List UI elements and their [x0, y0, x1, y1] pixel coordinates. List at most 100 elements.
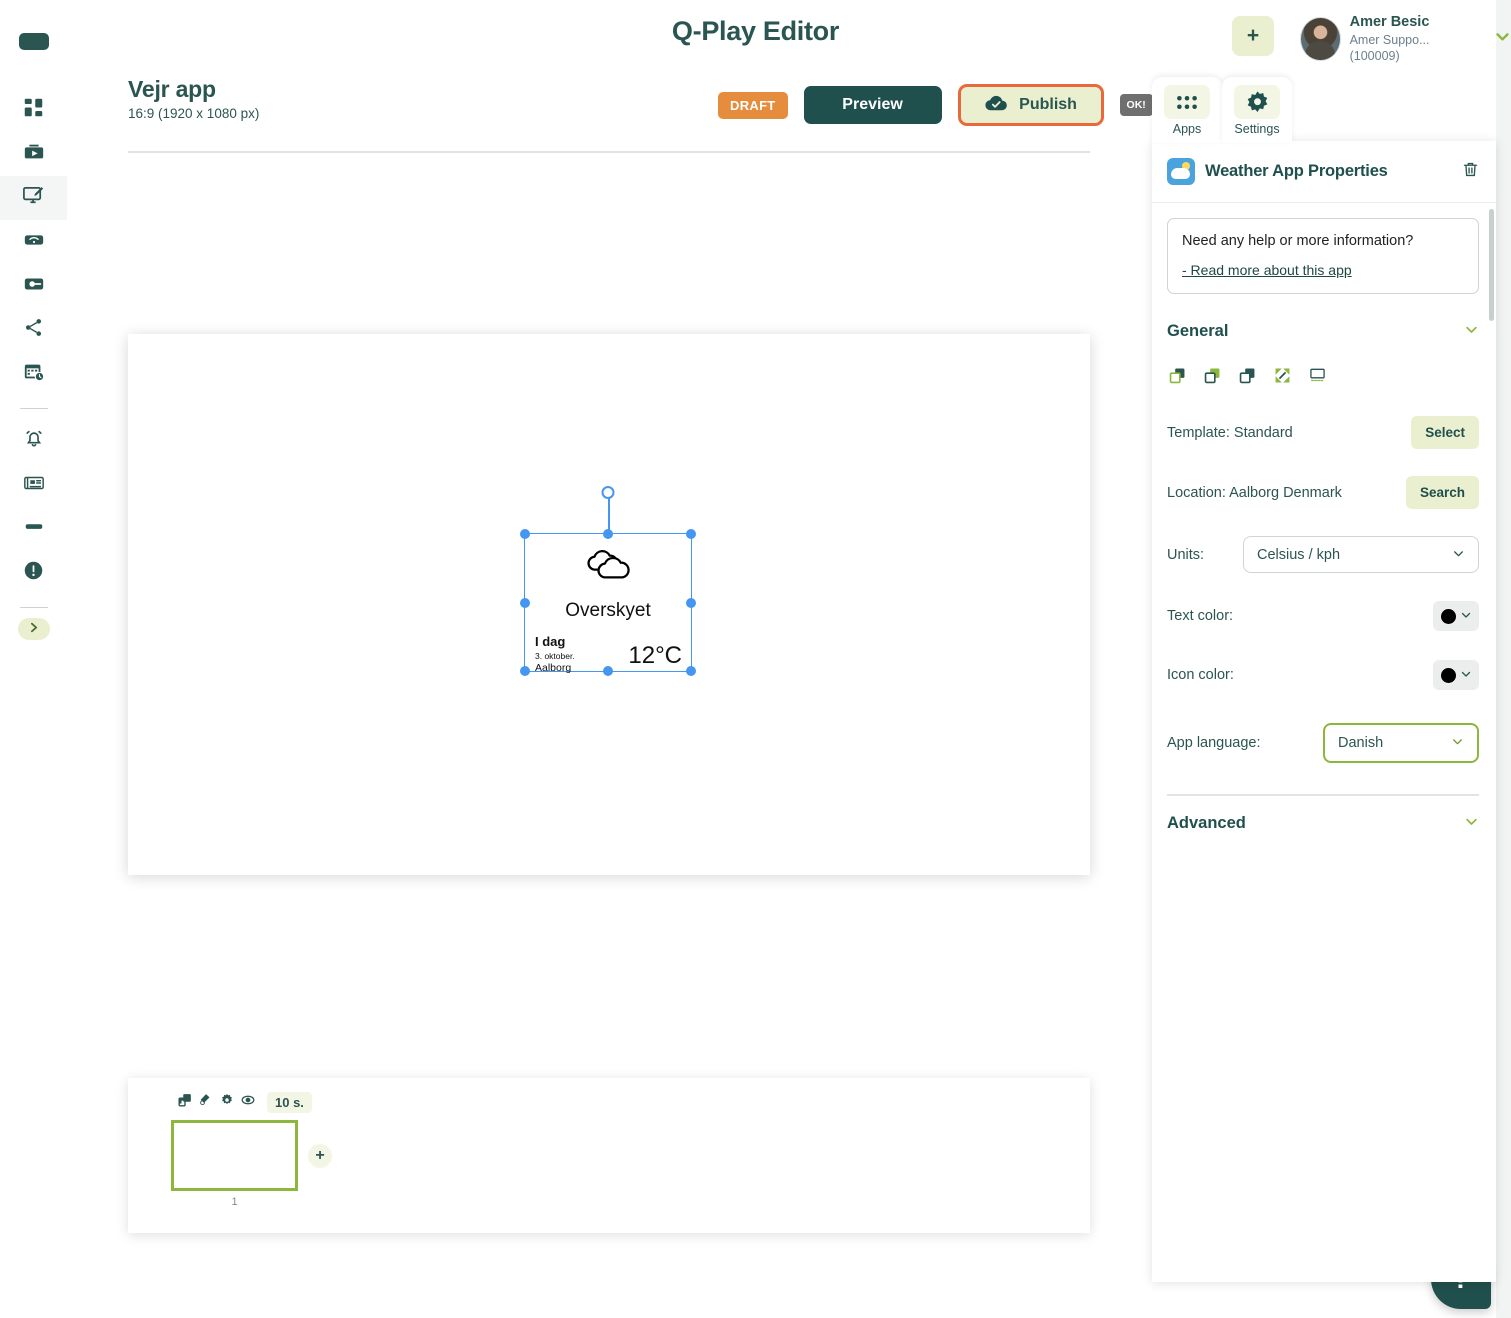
sidebar-item-info[interactable]: [0, 551, 67, 595]
publish-button[interactable]: Publish: [957, 84, 1104, 126]
rotate-stem: [608, 493, 610, 534]
read-more-link[interactable]: - Read more about this app: [1182, 262, 1352, 278]
add-button[interactable]: +: [1232, 16, 1274, 56]
weather-widget[interactable]: Overskyet I dag 3. oktober. Aalborg 12°C: [520, 486, 696, 676]
duplicate-icon[interactable]: [1239, 367, 1256, 389]
tab-apps[interactable]: Apps: [1152, 77, 1222, 143]
text-color-label: Text color:: [1167, 608, 1234, 624]
validation-badge: OK!: [1119, 94, 1153, 116]
align-bottom-icon[interactable]: [1309, 367, 1326, 389]
text-color-row: Text color:: [1167, 600, 1479, 632]
advanced-divider: [1167, 794, 1479, 796]
location-label: Location: Aalborg Denmark: [1167, 484, 1342, 501]
slide-canvas[interactable]: Overskyet I dag 3. oktober. Aalborg 12°C: [128, 334, 1090, 875]
media-play-icon: [23, 141, 45, 168]
sidebar-item-editor[interactable]: [0, 176, 67, 220]
cloudy-icon: [525, 547, 691, 586]
sidebar-item-network[interactable]: [0, 220, 67, 264]
properties-panel: Weather App Properties Need any help or …: [1152, 141, 1496, 1282]
panel-tabs: Apps Settings: [1152, 77, 1292, 143]
page-title: Q-Play Editor: [671, 16, 840, 46]
weather-temperature: 12°C: [628, 642, 682, 669]
resize-handle-top-left[interactable]: [520, 529, 530, 539]
sidebar-item-players[interactable]: [0, 264, 67, 308]
template-label: Template: Standard: [1167, 424, 1293, 441]
resize-handle-bottom-center[interactable]: [603, 666, 613, 676]
page-right-gutter: [1496, 0, 1511, 1318]
chevron-down-icon[interactable]: [1494, 28, 1511, 50]
chevron-down-icon[interactable]: [1464, 814, 1479, 833]
units-value: Celsius / kph: [1257, 546, 1341, 563]
location-search-button[interactable]: Search: [1405, 476, 1479, 509]
slide-thumbnail-1[interactable]: [171, 1120, 298, 1191]
general-title: General: [1167, 322, 1229, 340]
units-label: Units:: [1167, 546, 1205, 563]
tab-settings[interactable]: Settings: [1222, 77, 1292, 143]
template-select-button[interactable]: Select: [1411, 416, 1479, 449]
tab-settings-label: Settings: [1234, 122, 1280, 136]
rotate-handle[interactable]: [601, 486, 615, 499]
gear-icon: [1234, 85, 1280, 119]
advanced-title: Advanced: [1167, 814, 1246, 832]
slide-duration[interactable]: 10 s.: [267, 1092, 312, 1113]
preview-button[interactable]: Preview: [803, 86, 942, 124]
bell-icon: [23, 428, 45, 455]
text-color-swatch: [1440, 608, 1456, 624]
weather-today-label: I dag: [535, 634, 566, 649]
avatar: [1300, 16, 1341, 61]
grid-apps-icon: [1164, 85, 1210, 119]
resize-handle-bottom-right[interactable]: [686, 666, 696, 676]
icon-color-picker[interactable]: [1433, 660, 1479, 690]
resize-handle-top-right[interactable]: [686, 529, 696, 539]
general-icon-row: [1167, 367, 1479, 389]
text-color-picker[interactable]: [1433, 601, 1479, 631]
slide-index-label: 1: [231, 1196, 238, 1208]
chevron-down-icon[interactable]: [1464, 322, 1479, 341]
bring-forward-icon[interactable]: [1169, 367, 1186, 389]
weather-date: 3. oktober.: [535, 651, 575, 661]
sidebar-item-dashboard[interactable]: [0, 88, 67, 132]
sidebar-item-news[interactable]: [0, 463, 67, 507]
user-name: Amer Besic: [1349, 14, 1430, 30]
trash-icon[interactable]: [1462, 161, 1479, 183]
help-box: Need any help or more information? - Rea…: [1167, 218, 1479, 294]
chevron-down-icon: [1452, 547, 1465, 563]
wifi-screen-icon: [23, 229, 45, 256]
resize-handle-top-center[interactable]: [603, 529, 613, 539]
send-backward-icon[interactable]: [1204, 367, 1221, 389]
add-slide-button[interactable]: +: [308, 1144, 332, 1168]
sidebar-item-alerts[interactable]: [0, 419, 67, 463]
gear-icon[interactable]: [220, 1093, 234, 1112]
sidebar-item-schedule[interactable]: [0, 352, 67, 396]
rail-expand-button[interactable]: [17, 618, 50, 640]
resize-handle-bottom-left[interactable]: [520, 666, 530, 676]
language-select[interactable]: Danish: [1323, 723, 1479, 763]
user-account-chip[interactable]: Amer Besic Amer Suppo...(100009): [1300, 13, 1511, 64]
fit-expand-icon[interactable]: [1274, 367, 1291, 389]
sidebar-item-media[interactable]: [0, 132, 67, 176]
share-nodes-icon: [23, 317, 44, 343]
duplicate-icon[interactable]: [178, 1093, 192, 1112]
bar-icon: [23, 516, 45, 543]
weather-condition: Overskyet: [565, 600, 651, 621]
panel-header: Weather App Properties: [1152, 141, 1496, 203]
screen-edit-icon: [22, 184, 45, 212]
general-section-header[interactable]: General: [1167, 322, 1479, 341]
cloud-check-icon: [984, 94, 1008, 117]
sidebar-item-display[interactable]: [0, 507, 67, 551]
slide-tool-row: 10 s.: [178, 1092, 312, 1113]
sidebar-item-share[interactable]: [0, 308, 67, 352]
calendar-clock-icon: [23, 361, 45, 388]
rail-divider-1: [19, 408, 48, 409]
location-row: Location: Aalborg Denmark Search: [1167, 476, 1479, 509]
chevron-down-icon: [1451, 735, 1464, 751]
icon-color-row: Icon color:: [1167, 659, 1479, 691]
panel-scrollbar[interactable]: [1489, 209, 1494, 321]
units-select[interactable]: Celsius / kph: [1243, 536, 1479, 573]
eye-icon[interactable]: [241, 1093, 255, 1112]
language-row: App language: Danish: [1167, 723, 1479, 763]
status-badge: DRAFT: [718, 91, 788, 119]
left-navigation-rail: [0, 0, 67, 1318]
advanced-section-header[interactable]: Advanced: [1167, 814, 1479, 833]
paint-icon[interactable]: [199, 1093, 213, 1112]
